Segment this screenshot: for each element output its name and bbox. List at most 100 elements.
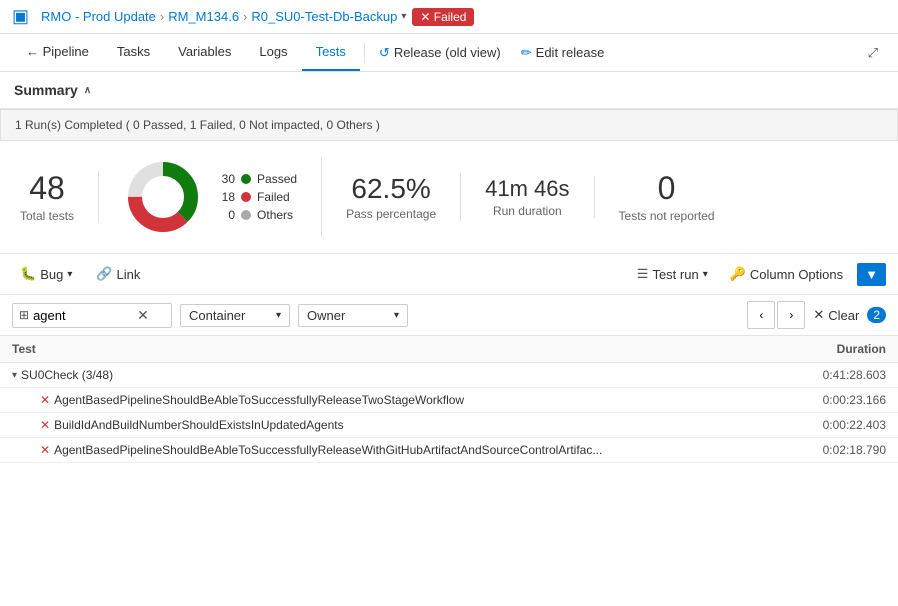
bug-dropdown-icon[interactable]: ▾ [67, 269, 72, 280]
total-tests-label: Total tests [20, 209, 74, 223]
breadcrumb-r0[interactable]: R0_SU0-Test-Db-Backup [251, 9, 397, 24]
tab-logs[interactable]: Logs [245, 34, 301, 71]
pass-pct-label: Pass percentage [346, 207, 436, 221]
status-badge: ✕ Failed [412, 8, 474, 26]
legend-failed: 18 Failed [217, 190, 297, 204]
item-name-3: ✕ AgentBasedPipelineShouldBeAbleToSucces… [12, 443, 786, 457]
nav-tabs: ← Pipeline Tasks Variables Logs Tests ↺ … [0, 34, 898, 72]
filter-icon: ▼ [865, 267, 878, 282]
breadcrumb-sep-2: › [243, 9, 247, 24]
tab-variables[interactable]: Variables [164, 34, 245, 71]
passed-label: Passed [257, 172, 297, 186]
legend-others: 0 Others [217, 208, 297, 222]
table-row[interactable]: ▾ SU0Check (3/48) 0:41:28.603 [0, 363, 898, 388]
summary-chevron: ∧ [84, 85, 91, 96]
bug-button[interactable]: 🐛 Bug ▾ [12, 262, 80, 286]
pass-pct-block: 62.5% Pass percentage [322, 173, 461, 221]
test-run-label: Test run [652, 267, 698, 282]
item-duration-1: 0:00:23.166 [786, 393, 886, 407]
legend-passed: 30 Passed [217, 172, 297, 186]
table-row[interactable]: ✕ AgentBasedPipelineShouldBeAbleToSucces… [0, 388, 898, 413]
nav-separator [364, 43, 365, 63]
clear-label: Clear [828, 308, 859, 323]
column-options-button[interactable]: 🔑 Column Options [722, 262, 851, 286]
tab-tests[interactable]: Tests [302, 34, 360, 71]
expand-icon[interactable]: ⤢ [860, 37, 886, 69]
passed-dot [241, 174, 251, 184]
filter-count-badge: 2 [867, 307, 886, 323]
tab-pipeline[interactable]: ← Pipeline [12, 34, 103, 71]
group-duration: 0:41:28.603 [786, 368, 886, 382]
pass-pct-value: 62.5% [351, 173, 430, 205]
filters-row: ⊞ ✕ Container ▾ Owner ▾ ‹ › ✕ Clear 2 [0, 295, 898, 336]
chevron-down-icon[interactable]: ▾ [12, 370, 17, 381]
clear-x-icon: ✕ [813, 307, 824, 323]
container-label: Container [189, 308, 245, 323]
toolbar: 🐛 Bug ▾ 🔗 Link ☰ Test run ▾ 🔑 Column Opt… [0, 254, 898, 295]
test-run-dropdown-icon[interactable]: ▾ [703, 269, 708, 280]
search-input[interactable] [33, 308, 133, 323]
clear-search-icon[interactable]: ✕ [137, 307, 149, 324]
edit-release-action[interactable]: ✏ Edit release [511, 35, 615, 71]
container-dropdown-icon: ▾ [276, 310, 281, 321]
tab-tasks[interactable]: Tasks [103, 34, 164, 71]
total-tests-block: 48 Total tests [20, 171, 99, 222]
fail-icon: ✕ [40, 393, 50, 407]
release-old-view-action[interactable]: ↺ Release (old view) [369, 35, 511, 71]
top-bar: ▣ RMO - Prod Update › RM_M134.6 › R0_SU0… [0, 0, 898, 34]
prev-page-button[interactable]: ‹ [747, 301, 775, 329]
search-filter-icon: ⊞ [19, 308, 29, 322]
not-reported-label: Tests not reported [619, 209, 715, 223]
stats-area: 48 Total tests 30 Passed 18 Failed [0, 141, 898, 254]
link-button[interactable]: 🔗 Link [88, 262, 148, 286]
filter-active-button[interactable]: ▼ [857, 263, 886, 286]
table-header: Test Duration [0, 336, 898, 363]
column-options-icon: 🔑 [730, 266, 746, 282]
breadcrumb-dropdown-icon[interactable]: ▾ [401, 11, 406, 22]
item-duration-3: 0:02:18.790 [786, 443, 886, 457]
owner-dropdown[interactable]: Owner ▾ [298, 304, 408, 327]
table-row[interactable]: ✕ BuildIdAndBuildNumberShouldExistsInUpd… [0, 413, 898, 438]
not-reported-block: 0 Tests not reported [595, 171, 739, 222]
failed-count: 18 [217, 190, 235, 204]
nav-arrows: ‹ › [747, 301, 805, 329]
fail-icon: ✕ [40, 443, 50, 457]
total-tests-value: 48 [29, 171, 65, 206]
failed-label: Failed [257, 190, 290, 204]
toolbar-right: ☰ Test run ▾ 🔑 Column Options ▼ [629, 262, 886, 286]
others-dot [241, 210, 251, 220]
summary-title: Summary [14, 82, 78, 98]
group-name: ▾ SU0Check (3/48) [12, 368, 786, 382]
release-icon: ↺ [379, 45, 390, 61]
summary-header[interactable]: Summary ∧ [14, 82, 884, 98]
next-page-button[interactable]: › [777, 301, 805, 329]
app-logo: ▣ [12, 6, 29, 27]
run-duration-value: 41m 46s [485, 176, 569, 202]
link-icon: 🔗 [96, 266, 112, 282]
others-count: 0 [217, 208, 235, 222]
bug-icon: 🐛 [20, 266, 36, 282]
col-test-header: Test [12, 342, 786, 356]
table-row[interactable]: ✕ AgentBasedPipelineShouldBeAbleToSucces… [0, 438, 898, 463]
run-duration-label: Run duration [493, 204, 562, 218]
clear-filters-button[interactable]: ✕ Clear [813, 307, 859, 323]
summary-section: Summary ∧ [0, 72, 898, 109]
not-reported-value: 0 [658, 171, 676, 206]
item-name-2: ✕ BuildIdAndBuildNumberShouldExistsInUpd… [12, 418, 786, 432]
container-dropdown[interactable]: Container ▾ [180, 304, 290, 327]
breadcrumb-rm[interactable]: RM_M134.6 [168, 9, 239, 24]
breadcrumb-rmo[interactable]: RMO - Prod Update [41, 9, 156, 24]
item-duration-2: 0:00:22.403 [786, 418, 886, 432]
edit-icon: ✏ [521, 45, 532, 61]
failed-dot [241, 192, 251, 202]
owner-label: Owner [307, 308, 345, 323]
item-name-1: ✕ AgentBasedPipelineShouldBeAbleToSucces… [12, 393, 786, 407]
fail-icon: ✕ [40, 418, 50, 432]
test-run-icon: ☰ [637, 266, 649, 282]
donut-chart-container: 30 Passed 18 Failed 0 Others [99, 157, 322, 237]
table-body: ▾ SU0Check (3/48) 0:41:28.603 ✕ AgentBas… [0, 363, 898, 463]
run-duration-block: 41m 46s Run duration [461, 176, 594, 218]
test-run-button[interactable]: ☰ Test run ▾ [629, 262, 716, 286]
column-options-label: Column Options [750, 267, 843, 282]
owner-dropdown-icon: ▾ [394, 310, 399, 321]
